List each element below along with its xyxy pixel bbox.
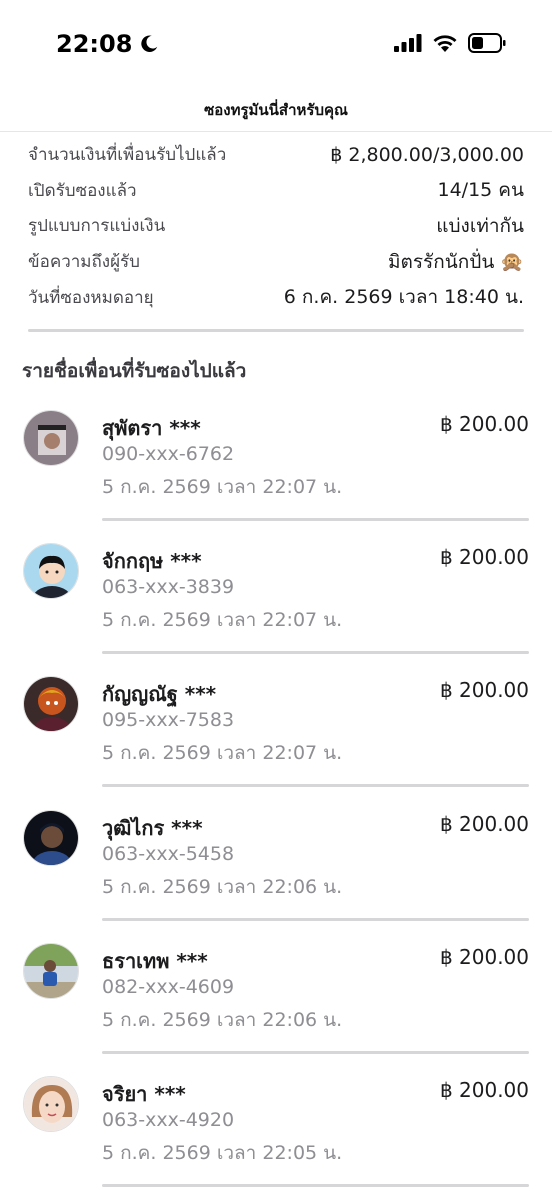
list-item[interactable]: จริยา *** ฿ 200.00 063-xxx-4920 5 ก.ค. 2…	[0, 1064, 552, 1197]
recipient-amount: ฿ 200.00	[439, 811, 529, 836]
recipient-name: จริยา ***	[102, 1081, 186, 1106]
summary-label: รูปแบบการแบ่งเงิน	[28, 216, 166, 237]
battery-icon	[468, 33, 506, 53]
summary-value: มิตรรักนักปั่น 🙊	[387, 250, 524, 273]
divider	[102, 518, 529, 521]
list-item[interactable]: จักกฤษ *** ฿ 200.00 063-xxx-3839 5 ก.ค. …	[0, 531, 552, 664]
divider	[102, 1050, 529, 1054]
recipient-amount: ฿ 200.00	[439, 1077, 529, 1102]
recipient-name: วุฒิไกร ***	[102, 815, 203, 840]
received-date: 5 ก.ค. 2569 เวลา 22:06 น.	[102, 1008, 343, 1031]
avatar	[23, 676, 79, 733]
summary-label: วันที่ซองหมดอายุ	[28, 287, 154, 308]
list-item[interactable]: สุพัตรา *** ฿ 200.00 090-xxx-6762 5 ก.ค.…	[0, 398, 552, 531]
clock-text: 22:08	[56, 30, 133, 58]
summary-label: เปิดรับซองแล้ว	[28, 180, 137, 201]
summary-label: จำนวนเงินที่เพื่อนรับไปแล้ว	[28, 145, 227, 166]
recipient-phone: 095-xxx-7583	[102, 709, 235, 732]
summary-row-amount-received: จำนวนเงินที่เพื่อนรับไปแล้ว ฿ 2,800.00/3…	[28, 137, 524, 173]
envelope-summary: จำนวนเงินที่เพื่อนรับไปแล้ว ฿ 2,800.00/3…	[28, 137, 524, 315]
summary-row-split-type: รูปแบบการแบ่งเงิน แบ่งเท่ากัน	[28, 208, 524, 244]
wifi-icon	[433, 34, 457, 52]
summary-value: 6 ก.ค. 2569 เวลา 18:40 น.	[283, 286, 524, 309]
page-title: ซองทรูมันนี่สำหรับคุณ	[204, 101, 348, 119]
summary-value: แบ่งเท่ากัน	[436, 214, 524, 237]
moon-icon	[141, 35, 158, 52]
recipient-name: จักกฤษ ***	[102, 549, 202, 574]
recipient-amount: ฿ 200.00	[439, 412, 529, 436]
recipient-phone: 063-xxx-5458	[102, 842, 235, 865]
recipient-name: สุพัตรา ***	[102, 416, 201, 440]
avatar	[23, 410, 79, 466]
divider	[28, 329, 524, 332]
avatar	[23, 942, 79, 999]
divider	[102, 651, 529, 655]
recipient-phone: 063-xxx-4920	[102, 1108, 235, 1131]
received-date: 5 ก.ค. 2569 เวลา 22:07 น.	[102, 476, 343, 498]
summary-row-message: ข้อความถึงผู้รับ มิตรรักนักปั่น 🙊	[28, 244, 524, 280]
list-item[interactable]: กัญญณัฐ *** ฿ 200.00 095-xxx-7583 5 ก.ค.…	[0, 664, 552, 797]
received-date: 5 ก.ค. 2569 เวลา 22:06 น.	[102, 875, 343, 898]
summary-row-expiry: วันที่ซองหมดอายุ 6 ก.ค. 2569 เวลา 18:40 …	[28, 279, 524, 315]
recipient-name: ธราเทพ ***	[102, 948, 208, 973]
section-title: รายชื่อเพื่อนที่รับซองไปแล้ว	[22, 360, 247, 382]
avatar	[23, 543, 79, 600]
summary-row-opened-count: เปิดรับซองแล้ว 14/15 คน	[28, 173, 524, 209]
page-header: ซองทรูมันนี่สำหรับคุณ	[0, 88, 552, 132]
divider	[102, 917, 529, 921]
summary-label: ข้อความถึงผู้รับ	[28, 252, 140, 273]
summary-value: ฿ 2,800.00/3,000.00	[330, 143, 524, 166]
list-item[interactable]: วุฒิไกร *** ฿ 200.00 063-xxx-5458 5 ก.ค.…	[0, 798, 552, 931]
recipient-phone: 090-xxx-6762	[102, 443, 235, 465]
recipient-amount: ฿ 200.00	[439, 678, 529, 703]
recipient-name: กัญญณัฐ ***	[102, 682, 217, 707]
divider	[102, 784, 529, 788]
received-date: 5 ก.ค. 2569 เวลา 22:07 น.	[102, 609, 343, 632]
recipient-amount: ฿ 200.00	[439, 545, 529, 570]
summary-value: 14/15 คน	[437, 179, 525, 202]
divider	[102, 1183, 529, 1187]
cellular-signal-icon	[394, 34, 422, 52]
list-item[interactable]: ธราเทพ *** ฿ 200.00 082-xxx-4609 5 ก.ค. …	[0, 931, 552, 1064]
status-icons	[394, 33, 506, 53]
recipient-phone: 082-xxx-4609	[102, 975, 235, 998]
received-date: 5 ก.ค. 2569 เวลา 22:07 น.	[102, 742, 343, 765]
status-bar: 22:08	[0, 0, 552, 88]
received-date: 5 ก.ค. 2569 เวลา 22:05 น.	[102, 1141, 343, 1164]
avatar	[23, 1075, 79, 1132]
avatar	[23, 809, 79, 866]
status-time: 22:08	[56, 30, 160, 58]
recipient-phone: 063-xxx-3839	[102, 576, 235, 599]
recipient-list: สุพัตรา *** ฿ 200.00 090-xxx-6762 5 ก.ค.…	[0, 398, 552, 1197]
recipient-amount: ฿ 200.00	[439, 944, 529, 969]
